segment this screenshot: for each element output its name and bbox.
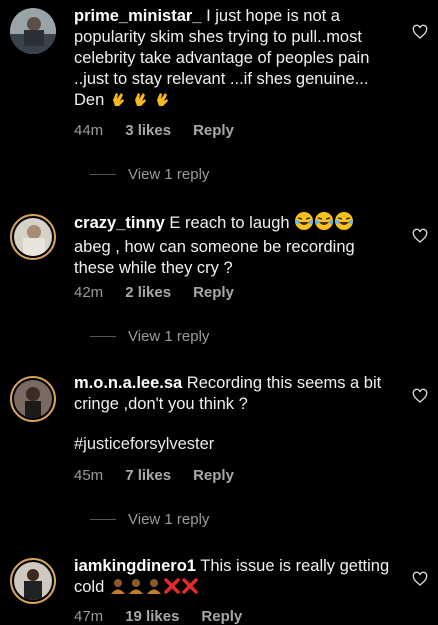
comment-text: prime_ministar_ I just hope is not a pop… [74, 6, 394, 114]
comment-time: 45m [74, 467, 104, 484]
avatar[interactable] [10, 376, 56, 422]
reply-button[interactable]: Reply [201, 608, 242, 625]
comment-username[interactable]: prime_ministar_ [74, 7, 201, 25]
comment-text: crazy_tinny E reach to laugh abeg , how … [74, 211, 394, 279]
hashtag-link[interactable]: #justiceforsylvester [74, 434, 394, 455]
heart-icon[interactable] [412, 571, 428, 587]
laughing-emoji-icon [334, 211, 354, 237]
comment-time: 44m [74, 122, 104, 139]
view-replies-button[interactable]: View 1 reply [90, 166, 209, 183]
comment-likes[interactable]: 7 likes [125, 467, 171, 484]
view-replies-button[interactable]: View 1 reply [90, 511, 209, 528]
comment-likes[interactable]: 2 likes [125, 284, 171, 301]
comment-username[interactable]: crazy_tinny [74, 214, 165, 232]
avatar[interactable] [10, 214, 56, 260]
comment-likes[interactable]: 19 likes [125, 608, 179, 625]
avatar[interactable] [10, 8, 56, 54]
heart-icon[interactable] [412, 228, 428, 244]
avatar[interactable] [10, 558, 56, 604]
comment-username[interactable]: iamkingdinero1 [74, 557, 196, 575]
clap-emoji-icon [153, 90, 171, 114]
view-replies-button[interactable]: View 1 reply [90, 328, 209, 345]
comment-time: 47m [74, 608, 104, 625]
comment-meta: 44m 3 likes Reply [74, 122, 234, 139]
comment-text: m.o.n.a.lee.sa Recording this seems a bi… [74, 373, 394, 455]
divider-line [90, 519, 116, 520]
divider-line [90, 336, 116, 337]
laughing-emoji-icon [314, 211, 334, 237]
laughing-emoji-icon [294, 211, 314, 237]
comment-likes[interactable]: 3 likes [125, 122, 171, 139]
heart-icon[interactable] [412, 388, 428, 404]
heart-icon[interactable] [412, 24, 428, 40]
reply-button[interactable]: Reply [193, 284, 234, 301]
reply-button[interactable]: Reply [193, 467, 234, 484]
person-emoji-icon [145, 577, 163, 601]
cross-mark-icon [181, 577, 199, 601]
divider-line [90, 174, 116, 175]
comment-meta: 47m 19 likes Reply [74, 608, 242, 625]
clap-emoji-icon [131, 90, 149, 114]
comment-text: iamkingdinero1 This issue is really gett… [74, 556, 394, 601]
comment-time: 42m [74, 284, 104, 301]
person-emoji-icon [109, 577, 127, 601]
cross-mark-icon [163, 577, 181, 601]
person-emoji-icon [127, 577, 145, 601]
reply-button[interactable]: Reply [193, 122, 234, 139]
comment-username[interactable]: m.o.n.a.lee.sa [74, 374, 182, 392]
comment-meta: 42m 2 likes Reply [74, 284, 234, 301]
comment-meta: 45m 7 likes Reply [74, 467, 234, 484]
clap-emoji-icon [109, 90, 127, 114]
